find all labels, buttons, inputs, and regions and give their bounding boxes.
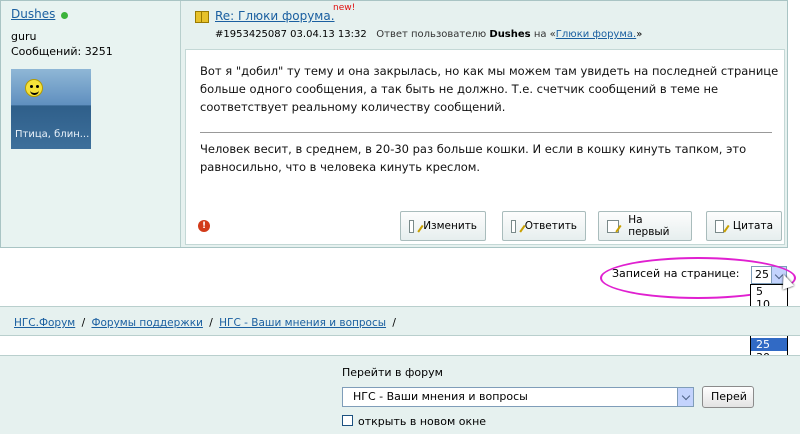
breadcrumb-separator: / <box>209 317 213 329</box>
reply-first-icon <box>607 219 620 233</box>
book-icon <box>195 11 209 23</box>
post-meta: #1953425087 03.04.13 13:32 Ответ пользов… <box>215 29 642 40</box>
post-message: Вот я "добил" ту тему и она закрылась, н… <box>200 64 779 114</box>
breadcrumb-item-forum[interactable]: НГС.Форум <box>14 317 75 329</box>
new-window-checkbox[interactable] <box>342 415 353 426</box>
quote-label: Цитата <box>732 220 773 232</box>
forum-jump-select[interactable]: НГС - Ваши мнения и вопросы <box>342 387 694 407</box>
quote-button[interactable]: Цитата <box>706 211 782 241</box>
quote-icon <box>715 219 724 233</box>
reply-icon <box>511 219 516 233</box>
post-title-link[interactable]: Re: Глюки форума. <box>215 9 335 23</box>
forum-jump-panel: Перейти в форум НГС - Ваши мнения и вопр… <box>0 355 800 434</box>
breadcrumb-separator: / <box>392 317 396 329</box>
author-panel: Dushes guru Сообщений: 3251 Птица, блин.… <box>1 1 181 247</box>
post-container: Dushes guru Сообщений: 3251 Птица, блин.… <box>0 0 788 248</box>
forum-jump-button[interactable]: Перей <box>702 386 754 408</box>
smiley-icon <box>25 79 43 97</box>
avatar: Птица, блин... <box>11 69 91 149</box>
new-window-label: открыть в новом окне <box>358 415 487 428</box>
online-status-icon <box>61 11 69 19</box>
post-id-date: #1953425087 03.04.13 13:32 <box>215 29 367 40</box>
breadcrumb-item-ngs[interactable]: НГС - Ваши мнения и вопросы <box>219 317 386 329</box>
reply-prefix: Ответ пользователю <box>376 29 487 40</box>
breadcrumb: НГС.Форум / Форумы поддержки / НГС - Ваш… <box>0 306 800 336</box>
forum-jump-label: Перейти в форум <box>342 366 443 379</box>
reply-user: Dushes <box>489 29 531 40</box>
pencil-icon <box>409 219 415 233</box>
reply-button[interactable]: Ответить <box>502 211 586 241</box>
per-page-label: Записей на странице: <box>612 267 740 280</box>
edit-button[interactable]: Изменить <box>400 211 486 241</box>
post-content: Re: Глюки форума. new! #1953425087 03.04… <box>183 1 787 247</box>
author-rank: guru <box>11 30 37 43</box>
reply-first-label: На первый <box>628 214 670 238</box>
reply-topic-link[interactable]: Глюки форума. <box>556 29 636 40</box>
post-header: Re: Глюки форума. new! #1953425087 03.04… <box>183 1 787 45</box>
breadcrumb-separator: / <box>81 317 86 329</box>
avatar-caption: Птица, блин... <box>15 129 90 140</box>
chevron-down-icon[interactable] <box>677 388 693 406</box>
per-page-option-selected[interactable]: 25 <box>751 338 787 352</box>
breadcrumb-item-support[interactable]: Форумы поддержки <box>91 317 202 329</box>
post-signature: Человек весит, в среднем, в 20-30 раз бо… <box>200 142 747 174</box>
reply-first-button[interactable]: На первый <box>598 211 692 241</box>
reply-label: Ответить <box>524 220 577 232</box>
per-page-selected: 25 <box>755 268 769 281</box>
post-body: Вот я "добил" ту тему и она закрылась, н… <box>185 49 785 245</box>
edit-label: Изменить <box>423 220 477 232</box>
reply-on: на « <box>533 29 556 40</box>
author-name-link[interactable]: Dushes <box>11 7 55 21</box>
signature-divider <box>200 132 772 133</box>
author-message-count: Сообщений: 3251 <box>11 45 113 58</box>
forum-jump-selected: НГС - Ваши мнения и вопросы <box>353 390 528 403</box>
report-icon[interactable]: ! <box>198 220 210 232</box>
reply-suffix: » <box>636 29 643 40</box>
new-badge: new! <box>333 3 356 13</box>
